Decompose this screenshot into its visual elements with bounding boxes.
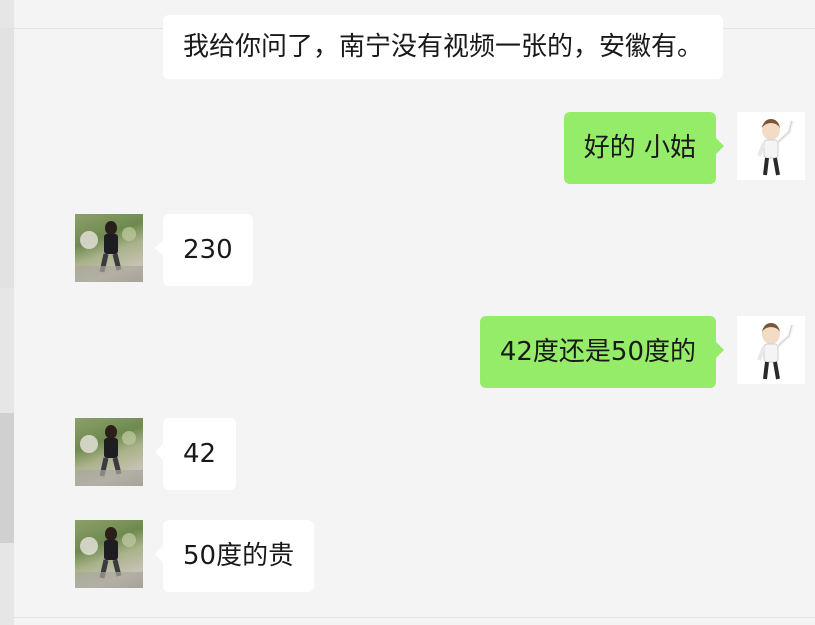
message-text: 50度的贵: [183, 541, 295, 571]
contact-avatar-icon[interactable]: [75, 520, 143, 588]
message-bubble-incoming[interactable]: 50度的贵: [154, 520, 315, 592]
contact-avatar-icon[interactable]: [75, 418, 143, 486]
contact-avatar-icon[interactable]: [75, 214, 143, 282]
message-bubble-incoming[interactable]: 230: [155, 214, 253, 286]
left-panel-scrollbar[interactable]: [0, 413, 14, 543]
message-text: 我给你问了，南宁没有视频一张的，安徽有。: [183, 32, 704, 62]
message-text: 好的 小姑: [583, 133, 696, 163]
message-text: 42度还是50度的: [499, 337, 696, 367]
message-bubble-incoming[interactable]: 42: [154, 418, 237, 490]
input-area-divider: [14, 617, 815, 618]
self-avatar-icon[interactable]: [737, 316, 805, 384]
left-panel-edge-segment: [0, 28, 14, 288]
left-panel-edge: [0, 0, 14, 625]
message-text: 230: [183, 235, 233, 265]
message-bubble-outgoing[interactable]: 好的 小姑: [563, 112, 725, 184]
message-bubble-outgoing[interactable]: 42度还是50度的: [479, 316, 725, 388]
self-avatar-icon[interactable]: [737, 112, 805, 180]
message-text: 42: [183, 439, 217, 469]
message-bubble-incoming[interactable]: 我给你问了，南宁没有视频一张的，安徽有。: [163, 15, 724, 79]
